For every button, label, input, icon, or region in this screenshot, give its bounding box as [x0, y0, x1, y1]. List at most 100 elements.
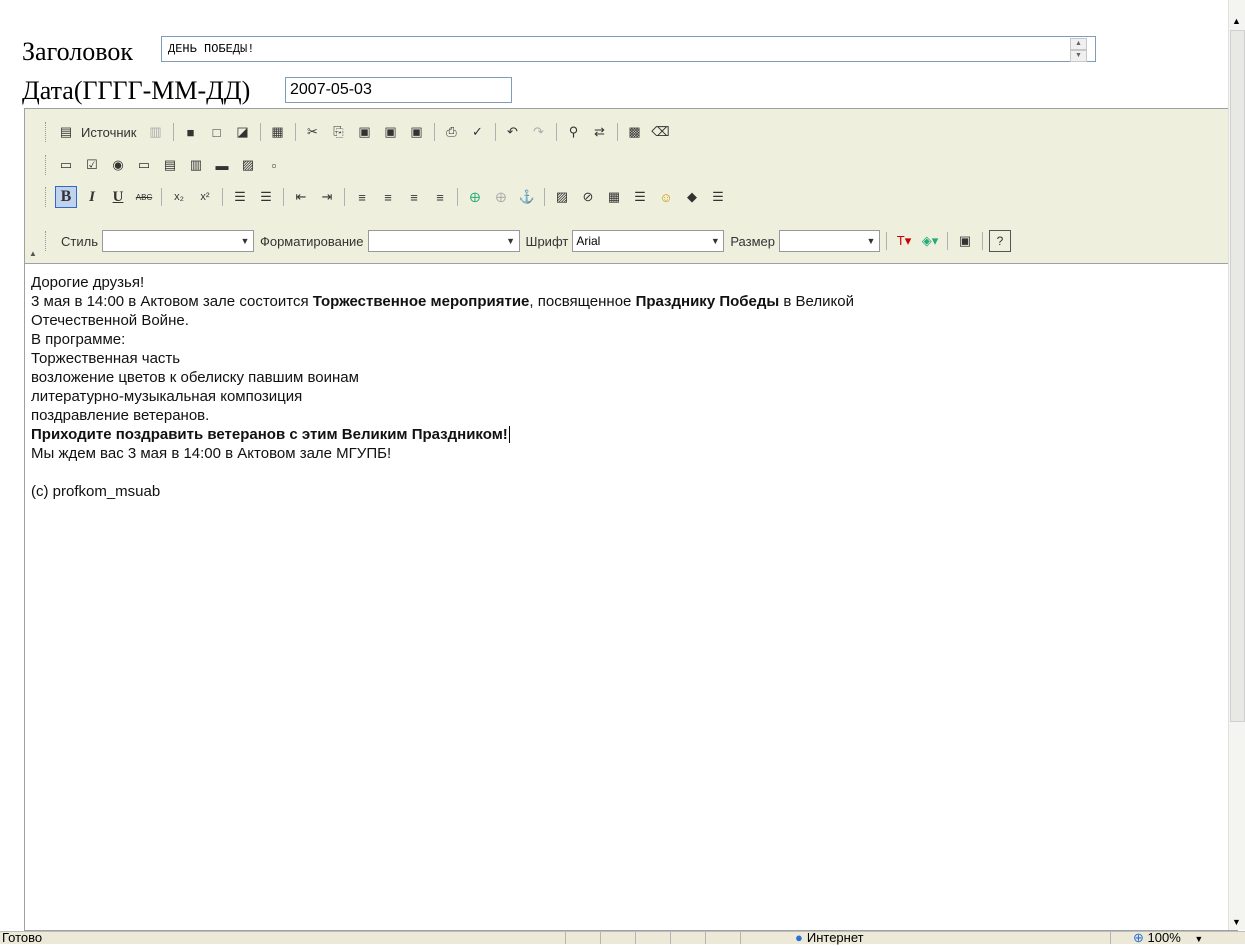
- print-icon[interactable]: ⎙: [441, 121, 463, 143]
- align-right-icon[interactable]: ≡: [403, 186, 425, 208]
- form-icon[interactable]: ▭: [55, 154, 77, 176]
- cut-icon[interactable]: ✂: [302, 121, 324, 143]
- anchor-icon[interactable]: ⚓: [516, 186, 538, 208]
- replace-icon[interactable]: ⇄: [589, 121, 611, 143]
- spin-up-icon[interactable]: ▲: [1070, 38, 1087, 50]
- separator: [457, 188, 458, 206]
- content-text: , посвященное: [529, 293, 636, 310]
- select-field-icon[interactable]: ▥: [185, 154, 207, 176]
- checkbox-icon[interactable]: ☑: [81, 154, 103, 176]
- title-field[interactable]: [161, 36, 1096, 62]
- source-button-label[interactable]: Источник: [81, 125, 137, 140]
- unlink-icon[interactable]: 🜨: [490, 186, 512, 208]
- spin-down-icon[interactable]: ▼: [1070, 50, 1087, 62]
- spellcheck-icon[interactable]: ✓: [467, 121, 489, 143]
- text-color-icon[interactable]: T▾: [893, 230, 915, 252]
- bulleted-list-icon[interactable]: ☰: [255, 186, 277, 208]
- separator: [555, 123, 557, 141]
- style-dropdown[interactable]: ▼: [101, 230, 254, 252]
- chevron-down-icon[interactable]: ▼: [503, 231, 519, 251]
- textarea-icon[interactable]: ▤: [159, 154, 181, 176]
- align-justify-icon[interactable]: ≡: [429, 186, 451, 208]
- outdent-icon[interactable]: ⇤: [290, 186, 312, 208]
- italic-button[interactable]: I: [81, 186, 103, 208]
- separator: [294, 123, 296, 141]
- date-field[interactable]: [285, 77, 512, 103]
- strikethrough-button[interactable]: ABC: [133, 186, 155, 208]
- radio-icon[interactable]: ◉: [107, 154, 129, 176]
- separator: [283, 188, 284, 206]
- superscript-icon[interactable]: x²: [194, 186, 216, 208]
- status-cell: [705, 932, 706, 944]
- remove-format-icon[interactable]: ⌫: [650, 121, 672, 143]
- content-line: [31, 463, 1227, 482]
- image-button-icon[interactable]: ▨: [237, 154, 259, 176]
- size-dropdown[interactable]: ▼: [779, 230, 880, 252]
- window-scrollbar[interactable]: ▲ ▼: [1228, 0, 1245, 930]
- new-page-icon[interactable]: □: [206, 121, 228, 143]
- zoom-control[interactable]: ⊕ 100% ▼: [1133, 930, 1203, 946]
- toolbar-row-3: B I U ABC x₂ x² ☰ ☰ ⇤ ⇥ ≡ ≡ ≡ ≡ 🜨 🜨 ⚓ ▨ …: [45, 185, 733, 209]
- undo-icon[interactable]: ↶: [502, 121, 524, 143]
- preview-icon[interactable]: ◪: [232, 121, 254, 143]
- font-dropdown[interactable]: Arial ▼: [572, 230, 725, 252]
- table-icon[interactable]: ▦: [603, 186, 625, 208]
- format-dropdown[interactable]: ▼: [367, 230, 520, 252]
- image-icon[interactable]: ▨: [551, 186, 573, 208]
- chevron-down-icon[interactable]: ▼: [237, 231, 253, 251]
- status-cell: [1110, 932, 1111, 944]
- preview-source-icon[interactable]: ▥: [145, 121, 167, 143]
- toolbar-row-2: ▭ ☑ ◉ ▭ ▤ ▥ ▬ ▨ ▫: [45, 153, 289, 177]
- status-cell: [635, 932, 636, 944]
- find-icon[interactable]: ⚲: [563, 121, 585, 143]
- content-line: В программе:: [31, 331, 126, 348]
- separator: [947, 232, 948, 250]
- text-field-icon[interactable]: ▭: [133, 154, 155, 176]
- save-icon[interactable]: ■: [180, 121, 202, 143]
- background-color-icon[interactable]: ◈▾: [919, 230, 941, 252]
- page-break-icon[interactable]: ☰: [707, 186, 729, 208]
- align-left-icon[interactable]: ≡: [351, 186, 373, 208]
- numbered-list-icon[interactable]: ☰: [229, 186, 251, 208]
- title-spinner[interactable]: ▲ ▼: [1070, 38, 1087, 62]
- content-line: (c) profkom_msuab: [31, 483, 161, 500]
- font-value: Arial: [576, 234, 601, 248]
- status-cell: [670, 932, 671, 944]
- paste-icon[interactable]: ▣: [354, 121, 376, 143]
- source-icon[interactable]: ▤: [55, 121, 77, 143]
- editor-content[interactable]: Дорогие друзья! 3 мая в 14:00 в Актовом …: [31, 273, 1227, 501]
- paste-word-icon[interactable]: ▣: [406, 121, 428, 143]
- content-text: в Великой: [779, 293, 854, 310]
- separator: [433, 123, 435, 141]
- content-line: Приходите поздравить ветеранов с этим Ве…: [31, 425, 1227, 444]
- content-line: Отечественной Войне.: [31, 312, 189, 329]
- align-center-icon[interactable]: ≡: [377, 186, 399, 208]
- smiley-icon[interactable]: ☺: [655, 186, 677, 208]
- scroll-thumb[interactable]: [1230, 30, 1245, 722]
- link-icon[interactable]: 🜨: [464, 186, 486, 208]
- hidden-field-icon[interactable]: ▫: [263, 154, 285, 176]
- subscript-icon[interactable]: x₂: [168, 186, 190, 208]
- collapse-toolbar-icon[interactable]: ▲: [29, 249, 37, 258]
- select-all-icon[interactable]: ▩: [624, 121, 646, 143]
- paste-text-icon[interactable]: ▣: [380, 121, 402, 143]
- content-bold: Торжественное мероприятие: [312, 293, 530, 310]
- maximize-icon[interactable]: ▣: [954, 230, 976, 252]
- separator: [161, 188, 162, 206]
- scroll-down-icon[interactable]: ▼: [1232, 917, 1241, 927]
- chevron-down-icon[interactable]: ▼: [707, 231, 723, 251]
- templates-icon[interactable]: ▦: [267, 121, 289, 143]
- help-button[interactable]: ?: [989, 230, 1011, 252]
- flash-icon[interactable]: ⊘: [577, 186, 599, 208]
- separator: [259, 123, 261, 141]
- indent-icon[interactable]: ⇥: [316, 186, 338, 208]
- horizontal-rule-icon[interactable]: ☰: [629, 186, 651, 208]
- bold-button[interactable]: B: [55, 186, 77, 208]
- chevron-down-icon[interactable]: ▼: [863, 231, 879, 251]
- scroll-up-icon[interactable]: ▲: [1232, 16, 1241, 26]
- copy-icon[interactable]: ⎘: [328, 121, 350, 143]
- redo-icon[interactable]: ↷: [528, 121, 550, 143]
- special-char-icon[interactable]: ◆: [681, 186, 703, 208]
- underline-button[interactable]: U: [107, 186, 129, 208]
- button-field-icon[interactable]: ▬: [211, 154, 233, 176]
